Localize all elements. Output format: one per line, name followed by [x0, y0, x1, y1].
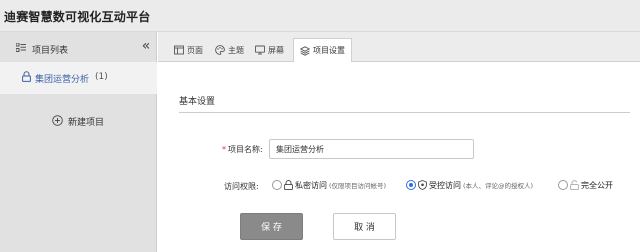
option-label: 完全公开 [581, 180, 613, 190]
title-bar: 迪赛智慧数可视化互动平台 [0, 0, 640, 32]
option-label: 受控访问 [429, 180, 461, 190]
radio-public[interactable] [558, 180, 568, 190]
option-note: (仅限项目访问帐号) [329, 182, 387, 190]
access-option-controlled[interactable]: 受控访问 (本人、评论@的授权人) [406, 178, 533, 192]
palette-icon [215, 45, 225, 55]
tab-page[interactable]: 页面 [168, 38, 209, 62]
lock-icon [22, 71, 31, 82]
tab-screen[interactable]: 屏幕 [249, 38, 290, 62]
sidebar-header: 项目列表 « [0, 32, 157, 62]
shield-icon [418, 180, 427, 190]
project-name: 集团运营分析 [35, 75, 90, 85]
tab-label: 屏幕 [268, 45, 284, 55]
access-option-public[interactable]: 完全公开 [558, 178, 613, 192]
radio-private[interactable] [272, 180, 282, 190]
section-divider [179, 112, 630, 113]
tab-project-settings[interactable]: 项目设置 [293, 38, 352, 63]
new-project-label: 新建项目 [68, 118, 105, 128]
tab-theme[interactable]: 主题 [209, 38, 250, 62]
project-count: (1) [95, 72, 108, 82]
tab-label: 主题 [228, 45, 244, 55]
project-name-label: * 项目名称: [222, 144, 263, 155]
option-label: 私密访问 [295, 180, 327, 190]
screen-icon [255, 45, 265, 55]
collapse-icon[interactable]: « [139, 39, 153, 53]
page-icon [174, 45, 184, 55]
plus-circle-icon [52, 115, 63, 126]
project-item[interactable]: 集团运营分析 (1) [0, 62, 157, 94]
layers-icon [300, 45, 310, 56]
save-button[interactable]: 保 存 [240, 213, 303, 240]
cancel-button[interactable]: 取 消 [333, 213, 396, 240]
project-name-label-text: 项目名称: [228, 145, 263, 154]
settings-panel: 基本设置 *项目名称: 访问权限: 私密访问 (仅限项目访问帐号) 受控访问 (… [158, 62, 640, 252]
project-name-input[interactable] [269, 139, 474, 159]
lock-icon [284, 180, 293, 190]
access-label: 访问权限: [224, 182, 259, 191]
section-title: 基本设置 [179, 97, 216, 107]
unlock-icon [570, 180, 579, 190]
tab-label: 页面 [187, 45, 203, 55]
sidebar-title: 项目列表 [32, 46, 69, 56]
radio-controlled[interactable] [406, 180, 416, 190]
app-title: 迪赛智慧数可视化互动平台 [4, 10, 151, 24]
list-icon [16, 43, 26, 52]
required-mark: * [222, 145, 226, 154]
option-note: (本人、评论@的授权人) [463, 182, 534, 190]
tab-label: 项目设置 [313, 46, 345, 55]
access-option-private[interactable]: 私密访问 (仅限项目访问帐号) [272, 178, 386, 192]
tab-bar: 页面 主题 屏幕 项目设置 [158, 32, 640, 63]
sidebar: 项目列表 « 集团运营分析 (1) 新建项目 [0, 32, 157, 252]
